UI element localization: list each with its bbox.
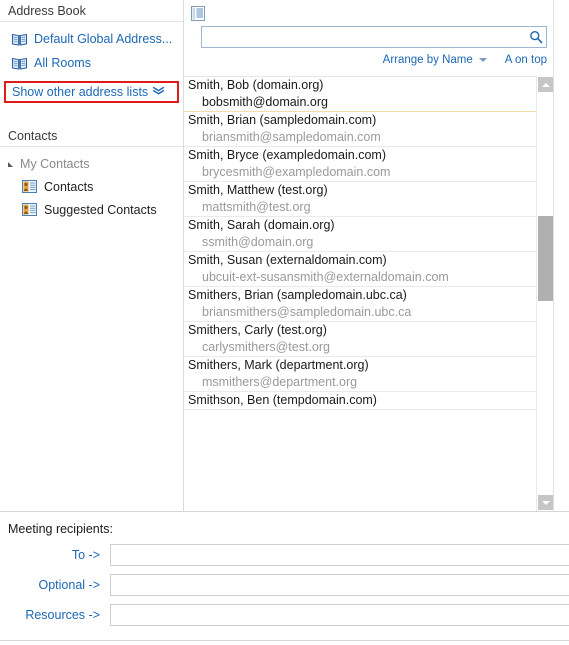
- contact-email: brycesmith@exampledomain.com: [202, 165, 391, 179]
- recipient-row-optional: Optional ->: [0, 574, 569, 596]
- contact-name: Smithers, Carly (test.org): [188, 323, 327, 337]
- panel-right-edge: [553, 0, 569, 511]
- search-row: [184, 26, 569, 48]
- contact-name: Smithson, Ben (tempdomain.com): [188, 393, 377, 407]
- book-icon: [12, 33, 27, 46]
- book-icon: [12, 57, 27, 70]
- address-list-item-label: All Rooms: [34, 56, 91, 70]
- arrange-row: Arrange by Name A on top: [184, 50, 569, 69]
- contact-name: Smith, Matthew (test.org): [188, 183, 328, 197]
- contact-name: Smith, Bob (domain.org): [188, 78, 324, 92]
- left-navigation-panel: Address Book Default Global Address... A…: [0, 0, 184, 511]
- vertical-scrollbar[interactable]: [536, 76, 553, 511]
- contact-email: bobsmith@domain.org: [202, 95, 328, 109]
- address-book-header: Address Book: [0, 0, 183, 22]
- sort-order-button[interactable]: A on top: [505, 54, 547, 66]
- to-button[interactable]: To ->: [0, 548, 110, 562]
- tree-item-my-contacts[interactable]: My Contacts: [0, 153, 183, 175]
- contact-email: ssmith@domain.org: [202, 235, 314, 249]
- contact-name: Smithers, Mark (department.org): [188, 358, 369, 372]
- search-box[interactable]: [201, 26, 547, 48]
- resources-button[interactable]: Resources ->: [0, 608, 110, 622]
- contact-list-item[interactable]: Smith, Bob (domain.org) bobsmith@domain.o…: [184, 77, 536, 112]
- results-toolbar: [184, 0, 569, 26]
- address-list-item-all-rooms[interactable]: All Rooms: [0, 51, 183, 75]
- optional-field[interactable]: [110, 574, 569, 596]
- contacts-header: Contacts: [0, 125, 183, 147]
- tree-child-label: Contacts: [44, 179, 94, 194]
- contact-list-item[interactable]: Smith, Brian (sampledomain.com) briansmit…: [184, 112, 536, 147]
- optional-button[interactable]: Optional ->: [0, 578, 110, 592]
- contact-email: msmithers@department.org: [202, 375, 358, 389]
- contact-list-item[interactable]: Smith, Matthew (test.org) mattsmith@test.…: [184, 182, 536, 217]
- contact-email: ubcuit-ext-susansmith@externaldomain.com: [202, 270, 449, 284]
- address-list-item-default-global[interactable]: Default Global Address...: [0, 27, 183, 51]
- contact-email: carlysmithers@test.org: [202, 340, 330, 354]
- chevron-double-down-icon: [151, 85, 166, 99]
- recipient-row-resources: Resources ->: [0, 604, 569, 626]
- meeting-recipients-section: Meeting recipients: To -> Optional -> Re…: [0, 511, 569, 645]
- arrange-by-button[interactable]: Arrange by Name: [383, 54, 473, 66]
- contact-list-item[interactable]: Smith, Sarah (domain.org) ssmith@domain.o…: [184, 217, 536, 252]
- contact-list[interactable]: Smith, Bob (domain.org) bobsmith@domain.o…: [184, 76, 536, 511]
- expand-triangle-icon[interactable]: [8, 161, 13, 167]
- resources-field[interactable]: [110, 604, 569, 626]
- chevron-down-icon[interactable]: [478, 57, 487, 62]
- scrollbar-thumb[interactable]: [538, 216, 553, 301]
- tree-child-label: Suggested Contacts: [44, 202, 157, 217]
- address-book-dialog-body: Address Book Default Global Address... A…: [0, 0, 569, 511]
- scroll-down-button[interactable]: [538, 495, 553, 510]
- contact-email: briansmithers@sampledomain.ubc.ca: [202, 305, 412, 319]
- show-other-address-lists-label: Show other address lists: [12, 85, 149, 99]
- contacts-tree: My Contacts Contacts Suggested Contacts: [0, 147, 183, 221]
- address-list-icon[interactable]: [190, 5, 207, 22]
- address-book-list: Default Global Address... All Rooms Show…: [0, 22, 183, 103]
- show-other-address-lists-button[interactable]: Show other address lists: [4, 81, 179, 103]
- contact-list-item[interactable]: Smithers, Brian (sampledomain.ubc.ca) bri…: [184, 287, 536, 322]
- search-input[interactable]: [202, 28, 526, 46]
- contact-list-item[interactable]: Smithson, Ben (tempdomain.com): [184, 392, 536, 410]
- contact-name: Smith, Sarah (domain.org): [188, 218, 335, 232]
- bottom-divider: [0, 640, 569, 641]
- contact-list-item[interactable]: Smithers, Carly (test.org) carlysmithers@…: [184, 322, 536, 357]
- contact-card-icon: [22, 203, 37, 216]
- contact-name: Smith, Susan (externaldomain.com): [188, 253, 387, 267]
- search-icon[interactable]: [526, 28, 546, 46]
- recipient-row-to: To ->: [0, 544, 569, 566]
- tree-item-suggested-contacts[interactable]: Suggested Contacts: [0, 198, 183, 221]
- contact-list-item[interactable]: Smith, Susan (externaldomain.com) ubcuit-…: [184, 252, 536, 287]
- contact-card-icon: [22, 180, 37, 193]
- meeting-recipients-title: Meeting recipients:: [8, 522, 113, 536]
- contact-list-item[interactable]: Smith, Bryce (exampledomain.com) brycesmi…: [184, 147, 536, 182]
- contact-email: briansmith@sampledomain.com: [202, 130, 381, 144]
- contacts-section: Contacts My Contacts Contacts Suggested …: [0, 125, 183, 221]
- contact-results-panel: Arrange by Name A on top Smith, Bob (dom…: [184, 0, 569, 511]
- scroll-up-button[interactable]: [538, 77, 553, 92]
- contact-email: mattsmith@test.org: [202, 200, 311, 214]
- contact-name: Smithers, Brian (sampledomain.ubc.ca): [188, 288, 407, 302]
- triangle-down-icon: [541, 500, 550, 505]
- contact-list-wrapper: Smith, Bob (domain.org) bobsmith@domain.o…: [184, 76, 569, 511]
- triangle-up-icon: [541, 82, 550, 87]
- tree-item-contacts[interactable]: Contacts: [0, 175, 183, 198]
- contact-list-item[interactable]: Smithers, Mark (department.org) msmithers…: [184, 357, 536, 392]
- address-list-item-label: Default Global Address...: [34, 32, 173, 46]
- contact-name: Smith, Bryce (exampledomain.com): [188, 148, 386, 162]
- contact-name: Smith, Brian (sampledomain.com): [188, 113, 377, 127]
- tree-root-label: My Contacts: [20, 157, 90, 171]
- to-field[interactable]: [110, 544, 569, 566]
